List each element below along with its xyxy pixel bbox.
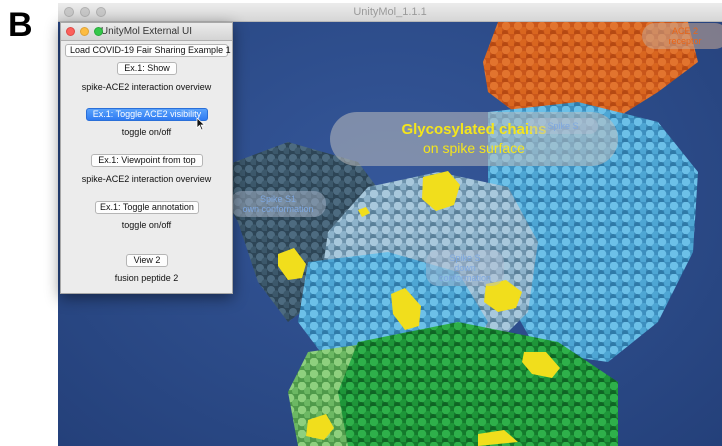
spike-s2-annotation-line1: Spike S <box>449 253 481 263</box>
glyco-annotation-subtitle: on spike surface <box>423 140 525 156</box>
external-ui-traffic-lights <box>66 27 103 36</box>
spike-s2-annotation-line2: down conformation <box>438 263 492 283</box>
viewpoint-top-button[interactable]: Ex.1: Viewpoint from top <box>91 154 203 167</box>
external-ui-titlebar[interactable]: UnityMol External UI <box>61 23 232 41</box>
main-window-titlebar[interactable]: UnityMol_1.1.1 <box>58 3 722 22</box>
external-ui-title: UnityMol External UI <box>100 26 193 37</box>
spike-s3-annotation-line1: Spike S <box>547 121 579 131</box>
spike-s2-annotation: Spike S down conformation <box>426 250 504 286</box>
spike-s1-annotation: Spike S1 own conformation <box>230 191 326 217</box>
minimize-icon[interactable] <box>80 27 89 36</box>
close-icon[interactable] <box>66 27 75 36</box>
panel-letter: B <box>8 6 33 44</box>
ex1-show-button[interactable]: Ex.1: Show <box>117 62 177 75</box>
main-window-title: UnityMol_1.1.1 <box>353 6 427 18</box>
ex1-show-description: spike-ACE2 interaction overview <box>81 82 212 92</box>
spike-s3-annotation: Spike S <box>528 118 598 134</box>
toggle-ace2-description: toggle on/off <box>121 127 172 137</box>
ace2-receptor-annotation: ACE 2 receptor <box>642 23 722 49</box>
mouse-cursor-icon <box>196 117 206 131</box>
view-2-button[interactable]: View 2 <box>126 254 168 267</box>
ace2-annotation-line1: ACE 2 <box>671 26 698 36</box>
main-close-icon[interactable] <box>64 7 74 17</box>
toggle-ace2-visibility-button[interactable]: Ex.1: Toggle ACE2 visibility <box>86 108 208 121</box>
spike-s1-annotation-line1: Spike S1 <box>259 194 297 204</box>
toggle-annotation-button[interactable]: Ex.1: Toggle annotation <box>95 201 199 214</box>
toggle-annotation-description: toggle on/off <box>121 220 172 230</box>
ace2-annotation-line2: receptor <box>668 36 702 46</box>
spike-s1-annotation-line2: own conformation <box>242 204 314 214</box>
main-zoom-icon[interactable] <box>96 7 106 17</box>
viewpoint-top-description: spike-ACE2 interaction overview <box>81 174 212 184</box>
main-window-traffic-lights <box>64 7 106 17</box>
main-minimize-icon[interactable] <box>80 7 90 17</box>
load-example-button[interactable]: Load COVID-19 Fair Sharing Example 1 <box>65 44 231 57</box>
external-ui-window: UnityMol External UI Load COVID-19 Fair … <box>60 22 233 294</box>
view-2-description: fusion peptide 2 <box>114 273 179 283</box>
zoom-icon[interactable] <box>94 27 103 36</box>
